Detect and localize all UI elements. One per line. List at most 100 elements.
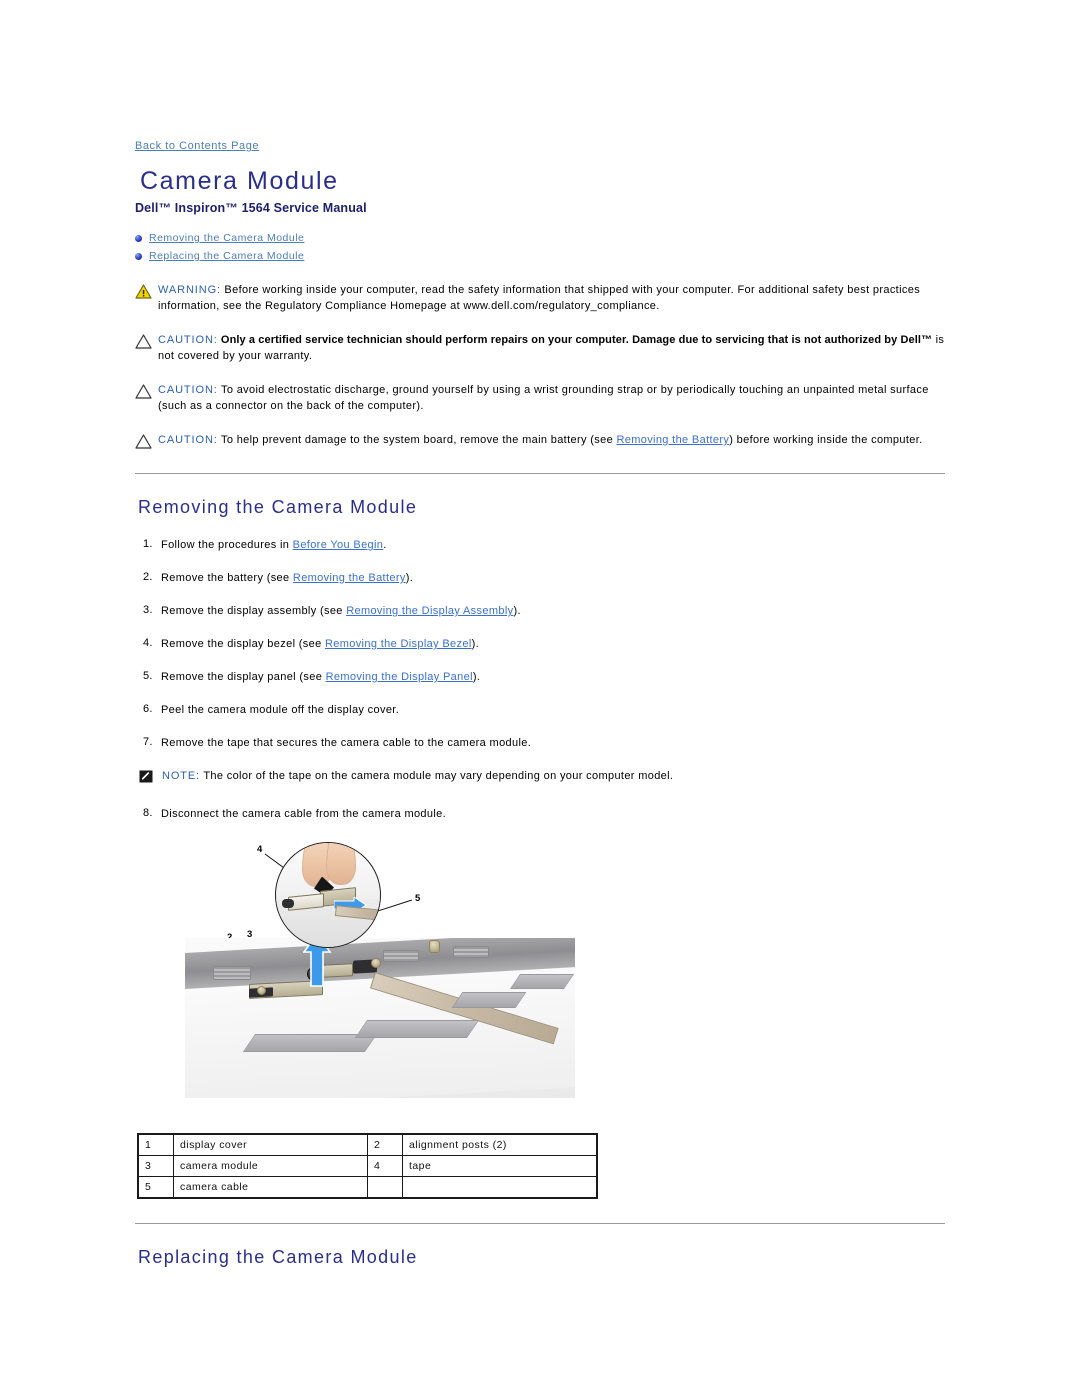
alignment-post <box>429 939 440 953</box>
cover-vent <box>383 949 419 962</box>
removal-steps-list: 1. Follow the procedures in Before You B… <box>135 538 945 750</box>
caution-body-after: ) before working inside the computer. <box>729 434 923 446</box>
step-item: 5. Remove the display panel (see Removin… <box>135 670 945 684</box>
caution-keyword: CAUTION: <box>158 334 218 346</box>
cover-tape-strip <box>451 991 527 1008</box>
caution-bold-body: Only a certified service technician shou… <box>217 334 933 346</box>
toc-item-removing[interactable]: Removing the Camera Module <box>135 231 945 246</box>
caution-triangle-icon <box>135 433 158 449</box>
step-item: 4. Remove the display bezel (see Removin… <box>135 637 945 651</box>
before-you-begin-link[interactable]: Before You Begin <box>293 539 384 551</box>
step-text: Disconnect the camera cable from the cam… <box>161 807 447 820</box>
step-text-after: ). <box>405 572 414 584</box>
warning-body: Before working inside your computer, rea… <box>158 284 921 312</box>
removing-the-display-bezel-link[interactable]: Removing the Display Bezel <box>325 638 472 650</box>
bullet-sphere-icon <box>135 235 142 242</box>
step-text: Remove the display bezel (see Removing t… <box>161 637 479 651</box>
step-number: 6. <box>143 703 153 715</box>
step-number: 7. <box>143 736 153 748</box>
step-item: 1. Follow the procedures in Before You B… <box>135 538 945 552</box>
section-links-list: Removing the Camera Module Replacing the… <box>135 231 945 264</box>
removing-the-display-assembly-link[interactable]: Removing the Display Assembly <box>346 605 513 617</box>
cover-tape-strip <box>509 973 575 989</box>
fingertip <box>326 842 356 885</box>
legend-number: 5 <box>137 1175 174 1198</box>
callout-number-4: 4 <box>257 843 263 855</box>
note-pencil-icon <box>139 769 162 785</box>
legend-label: camera cable <box>173 1175 368 1198</box>
warning-triangle-icon <box>135 283 158 314</box>
note-block: NOTE: The color of the tape on the camer… <box>139 769 945 785</box>
figure-legend-table: 1 display cover 2 alignment posts (2) 3 … <box>137 1132 598 1199</box>
step-text: Peel the camera module off the display c… <box>161 704 400 716</box>
caution-block-3: CAUTION: To help prevent damage to the s… <box>135 433 945 449</box>
bullet-sphere-icon <box>135 253 142 260</box>
page-title: Camera Module <box>140 167 339 195</box>
warning-block: WARNING: Before working inside your comp… <box>135 283 945 314</box>
toc-item-replacing[interactable]: Replacing the Camera Module <box>135 249 945 264</box>
caution-triangle-icon <box>135 333 158 364</box>
step-item: 6. Peel the camera module off the displa… <box>135 703 945 717</box>
toc-link-label[interactable]: Removing the Camera Module <box>149 232 304 245</box>
caution-body-before: To help prevent damage to the system boa… <box>217 434 617 446</box>
legend-number: 3 <box>137 1154 174 1177</box>
step-text: Remove the tape that secures the camera … <box>161 737 532 749</box>
step-number: 8. <box>143 806 153 819</box>
caution-block-1: CAUTION: Only a certified service techni… <box>135 333 945 364</box>
removing-the-display-panel-link[interactable]: Removing the Display Panel <box>326 671 473 683</box>
step-text-before: Remove the display bezel (see <box>161 638 325 650</box>
caution-text-1: CAUTION: Only a certified service techni… <box>158 333 945 364</box>
table-row: 5 camera cable <box>137 1175 598 1198</box>
note-body: The color of the tape on the camera modu… <box>200 770 674 782</box>
caution-keyword: CAUTION: <box>158 434 218 446</box>
camera-module-figure: 4 5 1 2 3 <box>157 839 587 1115</box>
page-subtitle: Dell™ Inspiron™ 1564 Service Manual <box>135 201 367 215</box>
step-text-before: Remove the display panel (see <box>161 671 326 683</box>
step-number: 1. <box>143 538 153 550</box>
legend-label: tape <box>402 1154 598 1177</box>
section-heading-removing: Removing the Camera Module <box>138 497 418 517</box>
caution-text-2: CAUTION: To avoid electrostatic discharg… <box>158 383 945 414</box>
cover-vent <box>213 965 251 980</box>
section-divider <box>135 473 945 474</box>
magnified-inset-circle <box>275 841 381 948</box>
step-text-after: ). <box>471 638 480 650</box>
toc-link-label[interactable]: Replacing the Camera Module <box>149 250 304 263</box>
back-to-contents-link[interactable]: Back to Contents Page <box>135 140 259 153</box>
step-number: 2. <box>143 571 153 583</box>
section-divider <box>135 1222 945 1224</box>
step-text: Remove the display assembly (see Removin… <box>161 604 521 618</box>
page-content: Back to Contents Page Camera Module Dell… <box>135 136 945 1268</box>
step-text: Follow the procedures in Before You Begi… <box>161 538 387 552</box>
legend-number: 2 <box>367 1133 403 1156</box>
step-text-after: . <box>383 539 387 551</box>
caution-text-3: CAUTION: To help prevent damage to the s… <box>158 433 923 449</box>
step-item: 3. Remove the display assembly (see Remo… <box>135 604 945 618</box>
legend-number: 1 <box>137 1133 174 1156</box>
step-text-after: ). <box>472 671 481 683</box>
removing-the-battery-link[interactable]: Removing the Battery <box>293 572 406 584</box>
figure-photo <box>185 937 575 1098</box>
step-item: 8. Disconnect the camera cable from the … <box>135 807 945 821</box>
removing-the-battery-link[interactable]: Removing the Battery <box>616 434 729 446</box>
warning-keyword: WARNING: <box>158 284 222 296</box>
cover-tape-strip <box>354 1019 480 1038</box>
legend-number <box>367 1175 403 1198</box>
table-row: 1 display cover 2 alignment posts (2) <box>137 1133 598 1156</box>
alignment-post <box>371 957 381 968</box>
section-heading-replacing: Replacing the Camera Module <box>138 1246 418 1267</box>
alignment-post <box>257 985 266 995</box>
callout-number-5: 5 <box>415 892 421 904</box>
caution-keyword: CAUTION: <box>158 384 218 396</box>
step-number: 4. <box>143 637 153 649</box>
note-text: NOTE: The color of the tape on the camer… <box>162 769 673 785</box>
warning-text: WARNING: Before working inside your comp… <box>158 283 945 314</box>
cover-vent <box>453 945 489 958</box>
legend-label: display cover <box>173 1133 368 1156</box>
caution-body: To avoid electrostatic discharge, ground… <box>158 384 929 412</box>
caution-triangle-icon <box>135 383 158 414</box>
step-text: Remove the battery (see Removing the Bat… <box>161 571 413 585</box>
connector-inset <box>282 898 294 908</box>
document-page: Back to Contents Page Camera Module Dell… <box>0 0 1080 1397</box>
caution-block-2: CAUTION: To avoid electrostatic discharg… <box>135 383 945 414</box>
